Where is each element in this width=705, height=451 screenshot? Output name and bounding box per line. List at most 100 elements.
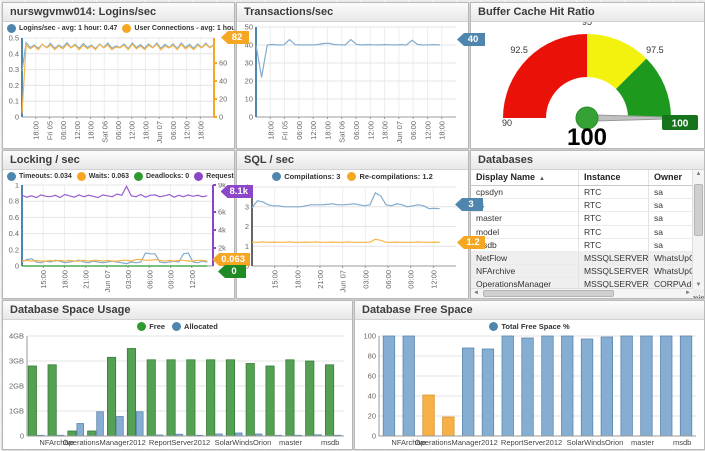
bar[interactable] [423,395,435,436]
horizontal-scrollbar[interactable]: ◄ ► [471,288,693,298]
vertical-scroll-thumb[interactable] [694,184,703,236]
bar[interactable] [117,417,124,437]
panel-logins-per-sec: nurswgvmw014: Logins/sec Logins/sec - av… [2,2,235,149]
series-waits [22,260,207,262]
legend-item: Waits: 0.063 [77,172,129,181]
svg-text:ReportServer2012: ReportServer2012 [501,438,562,447]
scroll-right-icon[interactable]: ► [685,289,691,298]
legend-item: Free [137,322,165,331]
svg-text:18:00: 18:00 [196,121,205,140]
svg-text:msdb: msdb [321,438,339,447]
bar[interactable] [136,412,143,436]
bar[interactable] [226,360,234,436]
bar[interactable] [661,336,673,436]
bar[interactable] [207,360,215,436]
bar[interactable] [383,336,395,436]
table-cell: MSSQLSERVER [579,252,649,264]
bar[interactable] [187,360,195,436]
svg-text:ReportServer2012: ReportServer2012 [149,438,210,447]
legend-dot-icon [194,172,203,181]
bar[interactable] [522,338,534,436]
table-row[interactable]: NetFlowMSSQLSERVERWhatsUpGold_NUR [471,252,704,265]
bar[interactable] [482,349,494,436]
panel-title: Locking / sec [3,151,234,170]
legend: FreeAllocated [3,320,352,333]
bar[interactable] [462,348,474,436]
svg-text:1: 1 [245,242,249,251]
panel-database-space-usage: Database Space Usage FreeAllocated 01GB2… [2,300,353,450]
svg-text:18:00: 18:00 [381,121,390,140]
bar[interactable] [127,349,135,437]
scroll-left-icon[interactable]: ◄ [473,289,479,298]
bar[interactable] [286,360,294,436]
bar[interactable] [68,431,76,436]
table-row[interactable]: cpsdynRTCsa [471,186,704,199]
panel-database-free-space: Database Free Space Total Free Space % 0… [354,300,705,450]
bar[interactable] [167,360,175,436]
table-header: Display Name▲ Instance Owner [471,170,704,186]
bar[interactable] [28,366,36,436]
table-row[interactable]: modelRTCsa [471,226,704,239]
legend-dot-icon [272,172,281,181]
bar[interactable] [542,336,554,436]
svg-text:12:00: 12:00 [429,270,438,289]
bar[interactable] [601,337,613,436]
bar[interactable] [266,366,274,436]
bar[interactable] [502,336,514,436]
svg-text:30: 30 [245,59,253,68]
bar[interactable] [621,336,633,436]
scroll-down-icon[interactable]: ▼ [693,282,704,288]
table-cell: NetFlow [471,252,579,264]
svg-text:95: 95 [582,22,592,27]
table-row[interactable]: lisRTCsa [471,199,704,212]
legend-label: Free [149,322,165,331]
gauge-value: 100 [567,124,607,148]
bar[interactable] [562,336,574,436]
svg-text:97.5: 97.5 [646,45,664,55]
column-header-display-name[interactable]: Display Name▲ [471,170,579,185]
svg-text:Sat 06: Sat 06 [338,121,347,143]
svg-text:0: 0 [219,113,223,122]
svg-text:1: 1 [15,183,19,190]
bar[interactable] [97,412,104,436]
svg-text:0: 0 [15,113,19,122]
bar[interactable] [147,360,155,436]
bar[interactable] [48,365,56,436]
bar[interactable] [88,431,96,436]
legend-dot-icon [134,172,143,181]
bar[interactable] [680,336,692,436]
svg-text:12:00: 12:00 [128,121,137,140]
table-row[interactable]: msdbRTCsa [471,239,704,252]
legend-label: Compilations: 3 [284,172,340,181]
table-row[interactable]: masterRTCsa [471,212,704,225]
panel-title: nurswgvmw014: Logins/sec [3,3,234,22]
bar[interactable] [403,336,415,436]
bar[interactable] [246,364,254,437]
svg-text:4k: 4k [218,226,226,235]
legend-item: Re-compilations: 1.2 [347,172,432,181]
svg-text:0.3: 0.3 [9,65,19,74]
bar[interactable] [325,365,333,436]
bar[interactable] [77,424,84,437]
table-cell: MSSQLSERVER [579,265,649,277]
legend: Timeouts: 0.034Waits: 0.063Deadlocks: 0R… [3,170,234,183]
svg-text:03:00: 03:00 [124,270,133,289]
bar[interactable] [641,336,653,436]
series-timeouts [22,253,207,264]
scroll-up-icon[interactable]: ▲ [693,171,704,177]
table-cell: cpsdyn [471,186,579,198]
locking-line-chart: 15:0018:0021:00Jun 0703:0006:0009:0012:0… [3,183,234,303]
svg-text:03:00: 03:00 [361,270,370,289]
svg-text:09:00: 09:00 [167,270,176,289]
bar[interactable] [306,361,314,436]
table-cell: NFArchive [471,265,579,277]
column-header-instance[interactable]: Instance [579,170,649,185]
svg-text:master: master [631,438,654,447]
vertical-scrollbar[interactable]: ▲ ▼ [692,170,704,289]
svg-text:0.4: 0.4 [9,229,19,238]
bar[interactable] [581,339,593,436]
horizontal-scroll-thumb[interactable] [483,290,614,297]
bar[interactable] [107,357,115,436]
bar[interactable] [443,417,455,436]
table-row[interactable]: NFArchiveMSSQLSERVERWhatsUpGold_NUR [471,265,704,278]
